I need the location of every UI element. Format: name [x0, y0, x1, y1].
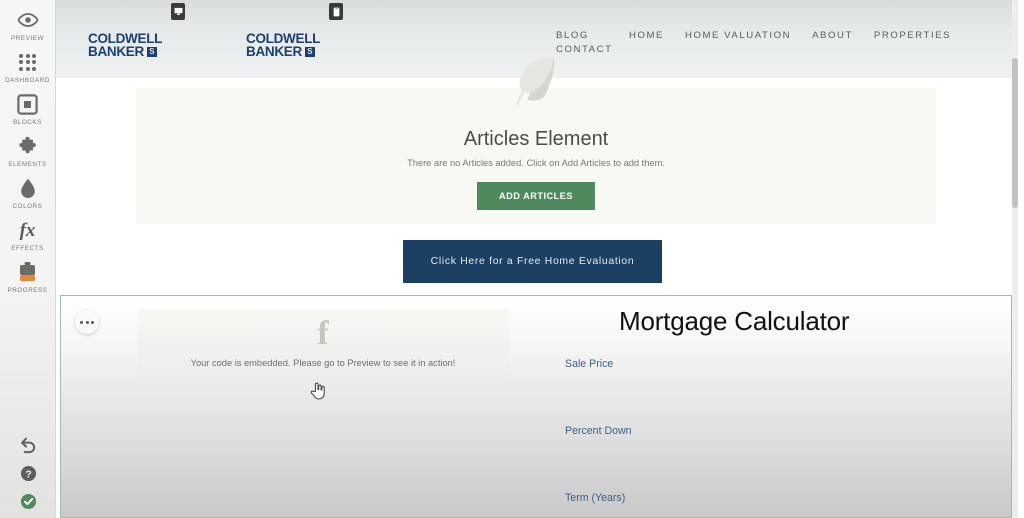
nav-item-about[interactable]: ABOUT: [812, 30, 853, 41]
articles-title: Articles Element: [463, 128, 609, 150]
nav-item-home-valuation[interactable]: HOME VALUATION: [685, 30, 791, 41]
battery-progress-icon: [19, 261, 36, 283]
check-circle-icon[interactable]: [20, 493, 37, 510]
help-circle-icon[interactable]: ?: [20, 465, 37, 482]
sidebar-item-label: DASHBOARD: [5, 77, 50, 84]
add-articles-button[interactable]: ADD ARTICLES: [476, 182, 596, 210]
sidebar-item-progress[interactable]: PROGRESS: [0, 252, 56, 294]
phone-icon[interactable]: [329, 3, 343, 20]
sidebar-bottom-actions: ?: [0, 437, 56, 510]
coldwell-banker-logo-secondary[interactable]: COLDWELL BANKER S: [246, 32, 320, 59]
ellipsis-icon[interactable]: [75, 310, 99, 334]
facebook-f-icon: f: [317, 315, 329, 352]
articles-element-section: Articles Element There are no Articles a…: [56, 57, 1018, 238]
editor-canvas: COLDWELL BANKER S COLDWELL BANKER S HOME…: [56, 0, 1018, 518]
monitor-icon[interactable]: [171, 3, 185, 20]
sidebar-item-label: PROGRESS: [7, 287, 48, 294]
embedded-code-element[interactable]: f Your code is embedded. Please go to Pr…: [137, 309, 509, 382]
droplet-icon: [20, 177, 36, 199]
sidebar-item-label: BLOCKS: [13, 119, 42, 126]
embed-message: Your code is embedded. Please go to Prev…: [190, 358, 456, 368]
square-nested-icon: [17, 93, 38, 115]
nav-item-contact[interactable]: CONTACT: [556, 44, 613, 55]
feather-icon: [510, 54, 562, 117]
articles-subtitle: There are no Articles added. Click on Ad…: [407, 158, 665, 168]
sidebar-item-colors[interactable]: COLORS: [0, 168, 56, 210]
mortgage-calculator-title: Mortgage Calculator: [619, 306, 850, 336]
logo-mark-icon: S: [146, 46, 157, 57]
pointing-hand-cursor: [310, 381, 326, 405]
field-label-percent-down: Percent Down: [565, 425, 632, 437]
sidebar-item-dashboard[interactable]: DASHBOARD: [0, 42, 56, 84]
fx-icon: fx: [19, 219, 36, 241]
logo-mark-icon: S: [304, 46, 315, 57]
nav-item-blog[interactable]: BLOG: [556, 30, 608, 41]
logo-line-2: BANKER: [246, 44, 302, 59]
sidebar-item-elements[interactable]: ELEMENTS: [0, 126, 56, 168]
mortgage-calculator-element[interactable]: Mortgage Calculator Sale Price Percent D…: [541, 296, 1011, 517]
puzzle-piece-icon: [17, 135, 38, 157]
selected-element-block[interactable]: f Your code is embedded. Please go to Pr…: [60, 295, 1012, 518]
grid-dots-icon: [19, 51, 36, 73]
field-label-sale-price: Sale Price: [565, 358, 614, 370]
app-root: PREVIEW DASHBOARD BLOCKS ELEMENTS COLORS…: [0, 0, 1024, 518]
sidebar-item-label: EFFECTS: [11, 245, 44, 252]
sidebar-item-label: PREVIEW: [11, 35, 44, 42]
sidebar-item-label: COLORS: [12, 203, 43, 210]
left-sidebar: PREVIEW DASHBOARD BLOCKS ELEMENTS COLORS…: [0, 0, 56, 518]
sidebar-item-preview[interactable]: PREVIEW: [0, 0, 56, 42]
site-navigation: HOME HOME VALUATION ABOUT PROPERTIES BLO…: [556, 30, 976, 55]
sidebar-item-effects[interactable]: fx EFFECTS: [0, 210, 56, 253]
articles-element-panel[interactable]: Articles Element There are no Articles a…: [136, 57, 936, 224]
logo-line-2: BANKER: [88, 44, 144, 59]
sidebar-item-blocks[interactable]: BLOCKS: [0, 84, 56, 126]
free-home-evaluation-button[interactable]: Click Here for a Free Home Evaluation: [403, 240, 662, 283]
sidebar-item-label: ELEMENTS: [8, 161, 47, 168]
undo-icon[interactable]: [19, 437, 38, 454]
coldwell-banker-logo-primary[interactable]: COLDWELL BANKER S: [88, 32, 162, 59]
svg-text:?: ?: [25, 469, 31, 480]
nav-item-properties[interactable]: PROPERTIES: [874, 30, 951, 41]
field-label-term-years: Term (Years): [565, 492, 626, 504]
canvas-scrollbar-thumb[interactable]: [1012, 58, 1018, 208]
nav-item-home[interactable]: HOME: [629, 30, 664, 41]
eye-icon: [17, 9, 39, 31]
